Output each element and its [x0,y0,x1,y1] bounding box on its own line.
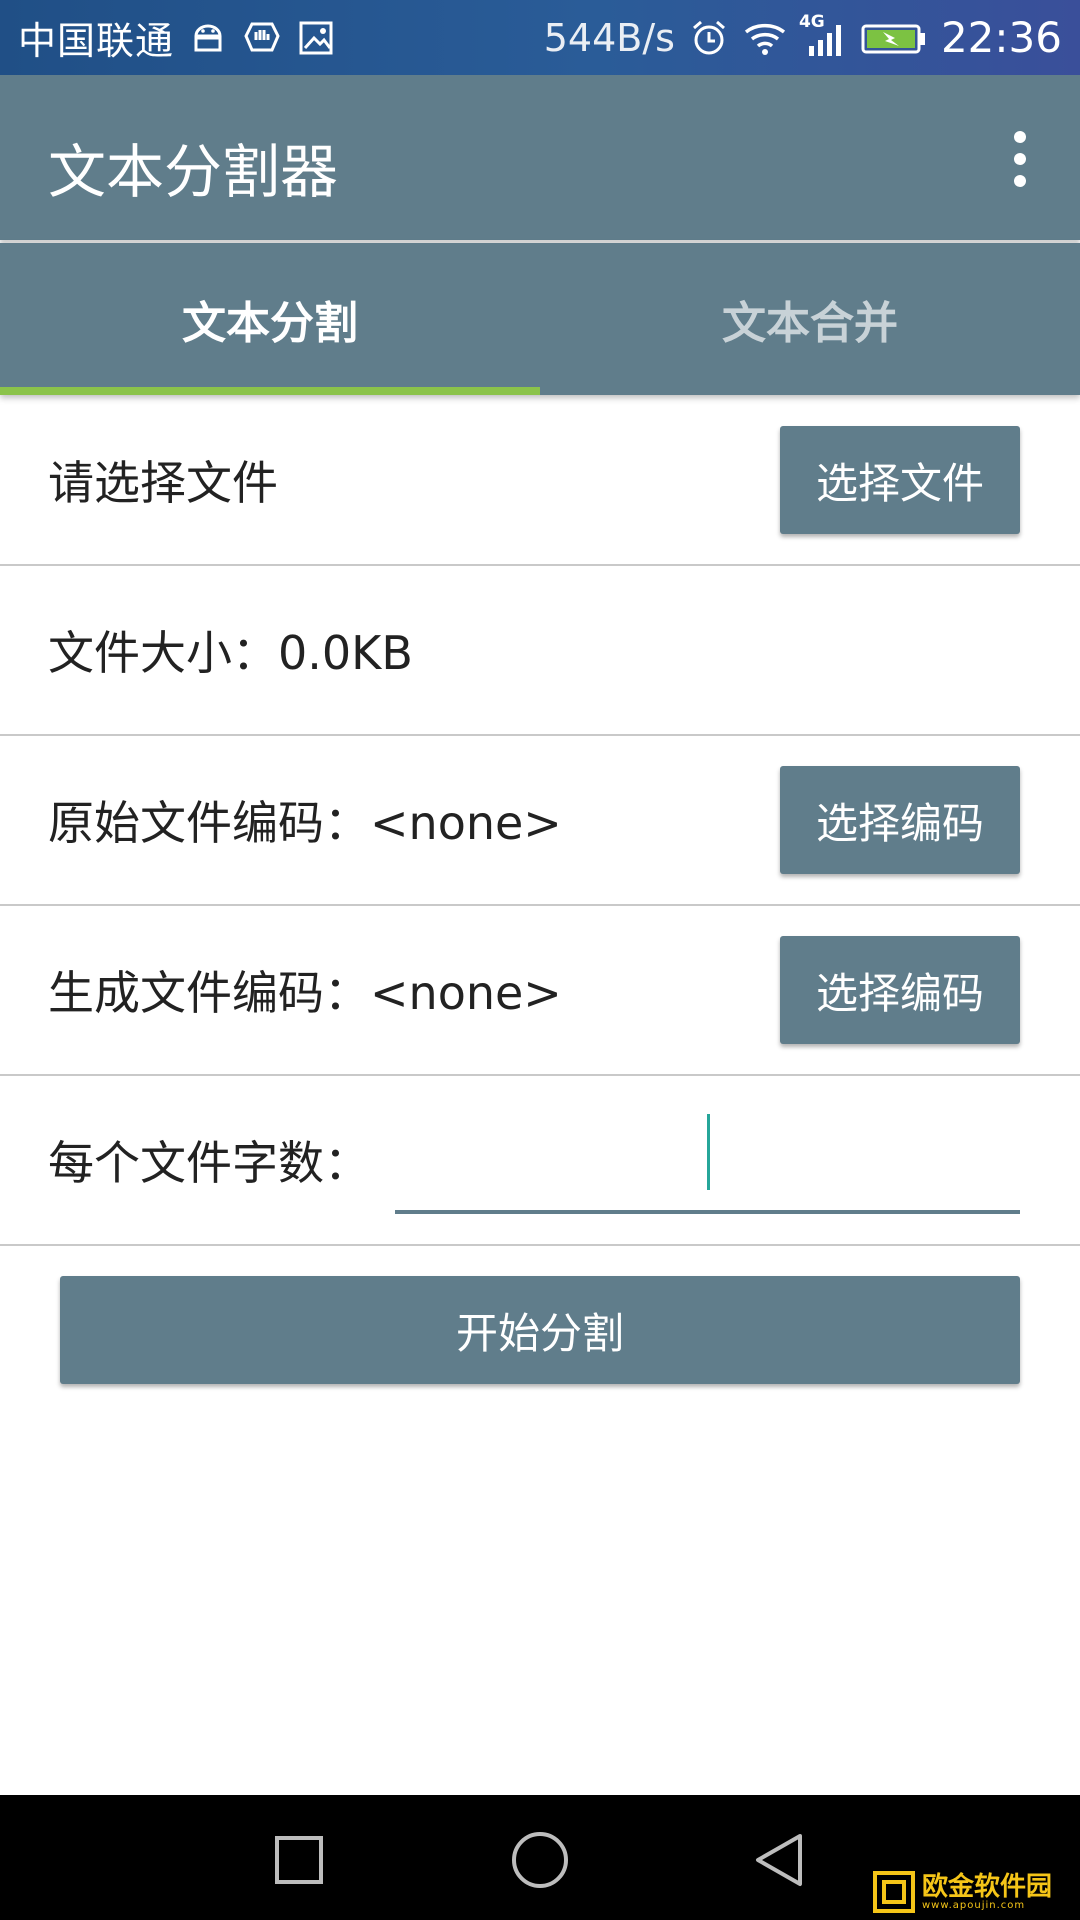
file-size-row: 文件大小：0.0KB [0,566,1080,736]
more-vert-icon[interactable] [990,123,1050,195]
tab-merge[interactable]: 文本合并 [540,243,1080,395]
select-file-row: 请选择文件 选择文件 [0,396,1080,566]
select-file-label: 请选择文件 [48,456,278,510]
select-source-encoding-button[interactable]: 选择编码 [780,766,1020,874]
watermark-text: 欧金软件园 [922,1871,1053,1902]
back-icon[interactable] [745,1825,815,1895]
signal-icon: 4G [797,12,847,58]
watermark-icon [873,1871,915,1913]
source-encoding-row: 原始文件编码：<none> 选择编码 [0,736,1080,906]
wifi-icon [743,18,786,58]
status-right: 544B/s 4G 22:36 [544,0,1062,75]
select-file-button[interactable]: 选择文件 [780,426,1020,534]
image-icon [296,18,336,58]
text-cursor [707,1114,710,1190]
target-encoding-label: 生成文件编码：<none> [48,966,562,1020]
watermark-text-group: 欧金软件园 www.apoujin.com [922,1874,1052,1911]
file-size-label: 文件大小：0.0KB [48,626,413,680]
navigation-bar: 欧金软件园 www.apoujin.com [0,1795,1080,1920]
battery-charging-icon [861,18,927,58]
app-bar: 文本分割器 [0,75,1080,240]
alarm-icon [689,18,729,58]
clock: 22:36 [940,13,1062,62]
start-split-button[interactable]: 开始分割 [60,1276,1020,1384]
shield-icon [242,18,282,58]
tab-split[interactable]: 文本分割 [0,243,540,395]
network-type: 4G [798,11,825,32]
chars-per-file-row: 每个文件字数： [0,1076,1080,1246]
status-left: 中国联通 [18,0,336,75]
select-target-encoding-button[interactable]: 选择编码 [780,936,1020,1044]
home-icon[interactable] [505,1825,575,1895]
app-title: 文本分割器 [48,138,339,206]
menu-dot [1014,153,1026,165]
recent-apps-icon[interactable] [264,1825,334,1895]
carrier-name: 中国联通 [18,19,175,63]
chars-per-file-label: 每个文件字数： [48,1136,370,1190]
source-encoding-label: 原始文件编码：<none> [48,796,562,850]
network-speed: 544B/s [543,15,675,60]
tab-bar: 文本分割 文本合并 [0,243,1080,395]
watermark-logo: 欧金软件园 www.apoujin.com [872,1868,1072,1916]
target-encoding-row: 生成文件编码：<none> 选择编码 [0,906,1080,1076]
menu-dot [1014,175,1026,187]
android-icon [188,18,228,58]
status-bar: 中国联通 544B/s 4G 22:36 [0,0,1080,75]
menu-dot [1014,131,1026,143]
chars-per-file-field[interactable] [395,1106,1020,1214]
